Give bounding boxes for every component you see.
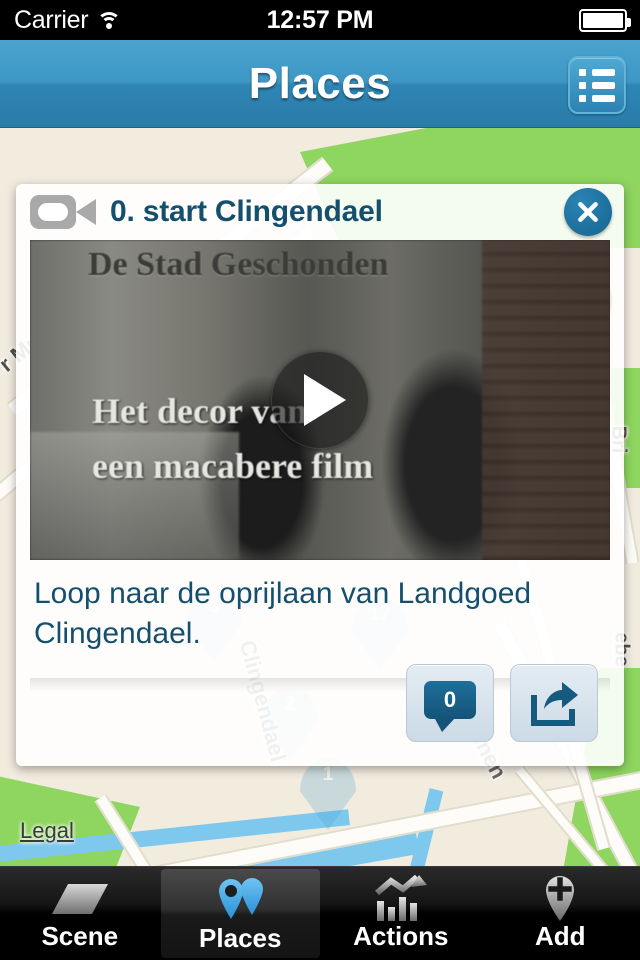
comment-bubble-icon: 0 xyxy=(424,681,476,732)
comment-count: 0 xyxy=(443,687,457,712)
tab-actions[interactable]: Actions xyxy=(321,867,481,960)
add-pin-icon xyxy=(542,875,578,923)
legal-link[interactable]: Legal xyxy=(20,818,74,844)
actions-chart-icon xyxy=(373,875,429,923)
list-row xyxy=(579,94,615,102)
popup-actions: 0 xyxy=(406,664,598,742)
video-camera-icon xyxy=(30,195,96,229)
list-row xyxy=(579,68,615,76)
tab-label: Scene xyxy=(41,921,119,951)
play-icon[interactable] xyxy=(271,351,369,449)
tab-label: Places xyxy=(199,923,282,953)
status-bar: Carrier 12:57 PM xyxy=(0,0,640,40)
close-x-glyph xyxy=(578,202,598,222)
map-pin-number: 1 xyxy=(322,764,334,785)
tab-label: Add xyxy=(534,921,586,951)
places-pins-icon xyxy=(213,877,267,925)
tab-bar: Scene Places Actions Add xyxy=(0,866,640,960)
share-button[interactable] xyxy=(510,664,598,742)
list-icon[interactable] xyxy=(568,56,626,114)
video-overlay-title: De Stad Geschonden xyxy=(88,246,389,283)
share-icon xyxy=(531,682,578,726)
scene-icon xyxy=(50,875,110,923)
close-icon[interactable] xyxy=(564,188,612,236)
popup-description: Loop naar de oprijlaan van Landgoed Clin… xyxy=(34,577,532,650)
popup-title: 0. start Clingendael xyxy=(110,195,383,228)
video-thumbnail[interactable]: De Stad Geschonden Het decor van een mac… xyxy=(30,240,610,560)
popup-header: 0. start Clingendael xyxy=(16,184,624,240)
video-subtitle-line-2: een macabere film xyxy=(92,446,374,486)
place-detail-popup: 0. start Clingendael De Stad Geschonden … xyxy=(16,184,624,766)
page-title: Places xyxy=(248,59,392,108)
navigation-bar: Places xyxy=(0,40,640,128)
list-row xyxy=(579,81,615,89)
tab-add[interactable]: Add xyxy=(481,867,640,960)
tab-label: Actions xyxy=(353,921,449,951)
battery-icon xyxy=(579,8,631,32)
tab-scene[interactable]: Scene xyxy=(0,867,160,960)
comment-button[interactable]: 0 xyxy=(406,664,494,742)
clock-label: 12:57 PM xyxy=(266,5,374,34)
tab-places[interactable]: Places xyxy=(160,869,320,958)
